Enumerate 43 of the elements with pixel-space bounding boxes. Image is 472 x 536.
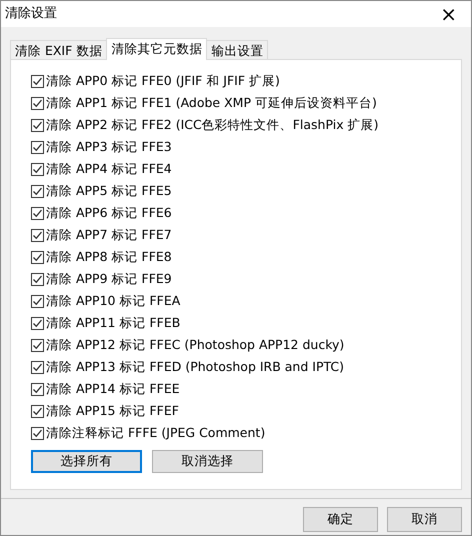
checkbox-label: 清除 APP5 标记 FFE5 — [46, 182, 172, 200]
checkbox-label: 清除 APP1 标记 FFE1 (Adobe XMP 可延伸后设资料平台) — [46, 94, 377, 112]
checkbox-label: 清除 APP11 标记 FFEB — [46, 314, 180, 332]
select-all-button[interactable]: 选择所有 — [31, 450, 142, 473]
cancel-button[interactable]: 取消 — [387, 507, 462, 532]
checkbox[interactable] — [31, 272, 44, 286]
checkbox-label: 清除 APP7 标记 FFE7 — [46, 226, 172, 244]
close-button[interactable]: × — [434, 4, 463, 24]
checkbox[interactable] — [31, 338, 44, 352]
checkbox-label: 清除 APP8 标记 FFE8 — [46, 248, 172, 266]
checkbox[interactable] — [31, 316, 44, 330]
checkbox-label: 清除 APP15 标记 FFEF — [46, 402, 179, 420]
tab[interactable]: 输出设置 — [206, 40, 268, 59]
checkbox-label: 清除 APP6 标记 FFE6 — [46, 204, 172, 222]
ok-button[interactable]: 确定 — [303, 507, 378, 532]
window-title: 清除设置 — [5, 5, 57, 24]
checkbox[interactable] — [31, 294, 44, 308]
checkbox[interactable] — [31, 140, 44, 154]
checkbox[interactable] — [31, 404, 44, 418]
checkbox-label: 清除 APP2 标记 FFE2 (ICC色彩特性文件、FlashPix 扩展) — [46, 116, 378, 134]
deselect-button[interactable]: 取消选择 — [152, 450, 263, 473]
checkbox[interactable] — [31, 162, 44, 176]
checkbox[interactable] — [31, 360, 44, 374]
checkbox-label: 清除 APP0 标记 FFE0 (JFIF 和 JFIF 扩展) — [46, 72, 280, 90]
checkbox-label: 清除 APP3 标记 FFE3 — [46, 138, 172, 156]
checkbox[interactable] — [31, 206, 44, 220]
checkbox[interactable] — [31, 74, 44, 88]
checkbox-label: 清除注释标记 FFFE (JPEG Comment) — [46, 424, 266, 442]
checkbox-label: 清除 APP4 标记 FFE4 — [46, 160, 172, 178]
checkbox[interactable] — [31, 382, 44, 396]
checkbox-label: 清除 APP12 标记 FFEC (Photoshop APP12 ducky) — [46, 336, 344, 354]
tab[interactable]: 清除其它元数据 — [106, 38, 208, 60]
tab[interactable]: 清除 EXIF 数据 — [10, 40, 108, 59]
checkbox[interactable] — [31, 250, 44, 264]
checkbox-label: 清除 APP13 标记 FFED (Photoshop IRB and IPTC) — [46, 358, 344, 376]
checkbox-label: 清除 APP14 标记 FFEE — [46, 380, 180, 398]
checkbox-label: 清除 APP9 标记 FFE9 — [46, 270, 172, 288]
checkbox[interactable] — [31, 228, 44, 242]
checkbox[interactable] — [31, 184, 44, 198]
checkbox[interactable] — [31, 426, 44, 440]
checkbox[interactable] — [31, 96, 44, 110]
checkbox[interactable] — [31, 118, 44, 132]
checkbox-label: 清除 APP10 标记 FFEA — [46, 292, 180, 310]
